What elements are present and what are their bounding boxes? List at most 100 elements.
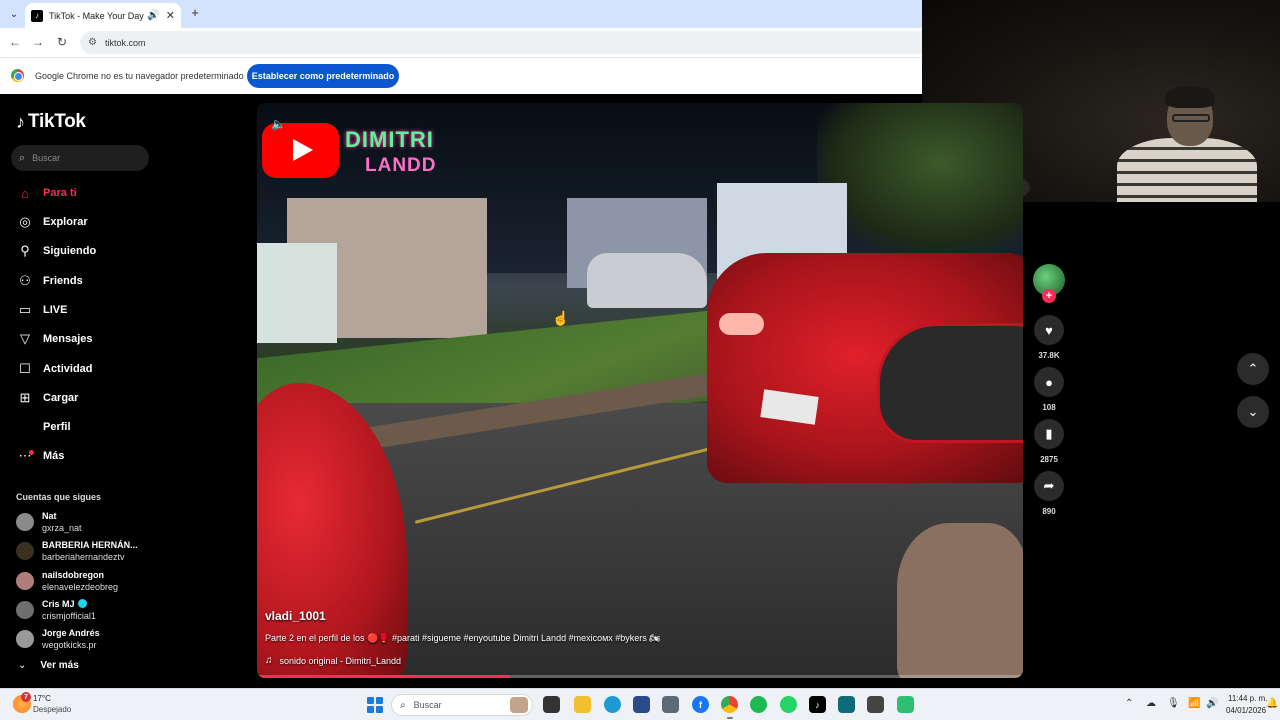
sound-title: sonido original - Dimitri_Landd xyxy=(279,655,402,666)
account-username: gxrza_nat xyxy=(42,523,82,533)
tab-title: TikTok - Make Your Day xyxy=(49,10,144,21)
nav-label: Cargar xyxy=(43,392,79,404)
heart-icon: ♥ xyxy=(1045,322,1053,338)
spotify-icon[interactable] xyxy=(750,696,767,713)
nav-item-live[interactable]: ▭ LIVE xyxy=(16,299,68,321)
search-input[interactable] xyxy=(32,153,133,163)
save-button[interactable]: ▮ xyxy=(1034,419,1064,449)
video-scene-rider-hand xyxy=(897,523,1023,678)
following-account[interactable]: BARBERIA HERNÁN... barberiahernandeztv xyxy=(16,538,138,564)
see-more-label: Ver más xyxy=(40,660,79,671)
video-scene-mirror xyxy=(877,323,1023,443)
site-info-icon[interactable]: ⚙ xyxy=(88,37,97,48)
following-account[interactable]: Jorge Andrés wegotkicks.pr xyxy=(16,626,100,652)
app-icon[interactable] xyxy=(838,696,855,713)
account-username: elenavelezdeobreg xyxy=(42,582,119,592)
search-field[interactable]: ⌕ xyxy=(11,145,149,171)
comment-count: 108 xyxy=(1042,403,1056,412)
comment-button[interactable]: ● xyxy=(1034,367,1064,397)
reload-button[interactable]: ↻ xyxy=(53,33,71,51)
account-username: crismjofficial1 xyxy=(42,611,96,621)
search-highlight-image xyxy=(510,697,528,713)
video-scene-building xyxy=(257,243,337,343)
nav-item-mensajes[interactable]: ▽ Mensajes xyxy=(16,328,93,350)
share-button[interactable]: ➦ xyxy=(1034,471,1064,501)
tiktok-favicon-icon: ♪ xyxy=(31,9,43,22)
share-icon: ➦ xyxy=(1043,478,1055,493)
facebook-icon[interactable]: f xyxy=(692,696,709,713)
back-button[interactable]: ← xyxy=(6,33,24,51)
taskbar-search-label: Buscar xyxy=(413,700,442,710)
clock-time[interactable]: 11:44 p. m. xyxy=(1228,694,1267,703)
taskbar-search[interactable]: ⌕ Buscar xyxy=(391,694,533,716)
account-name: BARBERIA HERNÁN... xyxy=(42,540,138,550)
infobar-message: Google Chrome no es tu navegador predete… xyxy=(35,71,244,81)
onedrive-icon[interactable]: ☁ xyxy=(1146,698,1156,709)
video-player[interactable]: DIMITRI LANDD 🔈 ☝ vladi_1001 Parte 2 en … xyxy=(257,103,1023,678)
see-more-button[interactable]: ⌄ Ver más xyxy=(18,660,79,671)
activity-icon: ☐ xyxy=(19,361,31,376)
next-video-button[interactable]: ⌄ xyxy=(1237,396,1269,428)
nav-label: Perfil xyxy=(43,421,71,433)
speaker-icon[interactable]: 🔊 xyxy=(147,10,159,21)
like-button[interactable]: ♥ xyxy=(1034,315,1064,345)
task-view-icon[interactable] xyxy=(543,696,560,713)
address-bar[interactable]: ⚙ tiktok.com xyxy=(80,31,922,54)
browser-tab[interactable]: ♪ TikTok - Make Your Day 🔊 ✕ xyxy=(25,3,181,28)
home-icon: ⌂ xyxy=(21,185,29,201)
chrome-icon[interactable] xyxy=(721,696,738,713)
nav-item-siguiendo[interactable]: ⚲ Siguiendo xyxy=(16,240,96,262)
friends-icon: ⚇ xyxy=(19,273,31,288)
app-icon[interactable] xyxy=(867,696,884,713)
following-account[interactable]: Nat gxrza_nat xyxy=(16,509,82,535)
following-account[interactable]: nailsdobregon elenavelezdeobreg xyxy=(16,568,118,594)
set-default-button[interactable]: Establecer como predeterminado xyxy=(247,64,399,88)
wifi-icon[interactable]: 📶 xyxy=(1188,698,1200,709)
volume-icon[interactable]: 🔈 xyxy=(271,117,286,131)
clock-date[interactable]: 04/01/2026 xyxy=(1226,706,1266,715)
chevron-up-icon: ⌃ xyxy=(1247,361,1259,376)
active-app-indicator xyxy=(727,717,733,719)
whatsapp-icon[interactable] xyxy=(780,696,797,713)
volume-icon[interactable]: 🔊 xyxy=(1206,698,1218,709)
nav-item-para-ti[interactable]: ⌂ Para ti xyxy=(16,182,77,204)
tab-search-button[interactable]: ⌄ xyxy=(5,5,23,23)
nav-label: Siguiendo xyxy=(43,245,97,257)
app-icon[interactable] xyxy=(897,696,914,713)
video-author[interactable]: vladi_1001 xyxy=(265,609,326,623)
following-icon: ⚲ xyxy=(20,243,30,258)
video-sound[interactable]: ♫ sonido original - Dimitri_Landd xyxy=(265,655,401,666)
file-explorer-icon[interactable] xyxy=(574,696,591,713)
nav-item-cargar[interactable]: ⊞ Cargar xyxy=(16,387,79,409)
nav-item-mas[interactable]: ⋯ Más xyxy=(16,445,65,467)
forward-button[interactable]: → xyxy=(29,33,47,51)
camera-icon[interactable] xyxy=(662,696,679,713)
new-tab-button[interactable]: + xyxy=(188,5,202,20)
tiktok-logo[interactable]: ♪ TikTok xyxy=(16,111,86,133)
notification-bell-icon[interactable]: 🔔 xyxy=(1266,698,1278,709)
close-icon[interactable]: ✕ xyxy=(166,9,175,22)
account-name: Cris MJ xyxy=(42,598,96,610)
weather-badge: 7 xyxy=(21,692,31,702)
show-hidden-icons-icon[interactable]: ⌃ xyxy=(1125,698,1133,709)
follow-plus-button[interactable]: + xyxy=(1042,289,1056,303)
following-account[interactable]: Cris MJ crismjofficial1 xyxy=(16,597,96,623)
search-icon: ⌕ xyxy=(400,699,406,711)
nav-item-perfil[interactable]: Perfil xyxy=(16,416,71,438)
microphone-icon[interactable]: 🎙 xyxy=(1167,698,1180,709)
youtube-logo-icon xyxy=(262,123,339,178)
nav-item-actividad[interactable]: ☐ Actividad xyxy=(16,358,92,380)
chrome-logo-icon xyxy=(11,69,24,82)
tiktok-note-icon: ♪ xyxy=(16,111,25,132)
account-username: barberiahernandeztv xyxy=(42,552,125,562)
video-progress-bar[interactable] xyxy=(257,675,1023,678)
tiktok-icon[interactable]: ♪ xyxy=(809,696,826,713)
windows-start-button[interactable] xyxy=(367,697,383,713)
nav-item-friends[interactable]: ⚇ Friends xyxy=(16,270,83,292)
nav-item-explorar[interactable]: ◎ Explorar xyxy=(16,211,87,233)
previous-video-button[interactable]: ⌃ xyxy=(1237,353,1269,385)
windows-taskbar: 7 17°C Despejado ⌕ Buscar f ♪ ⌃ ☁ 🎙 📶 🔊 … xyxy=(0,688,1280,720)
store-icon[interactable] xyxy=(633,696,650,713)
edge-icon[interactable] xyxy=(604,696,621,713)
browser-toolbar: ← → ↻ ⚙ tiktok.com xyxy=(0,28,922,57)
